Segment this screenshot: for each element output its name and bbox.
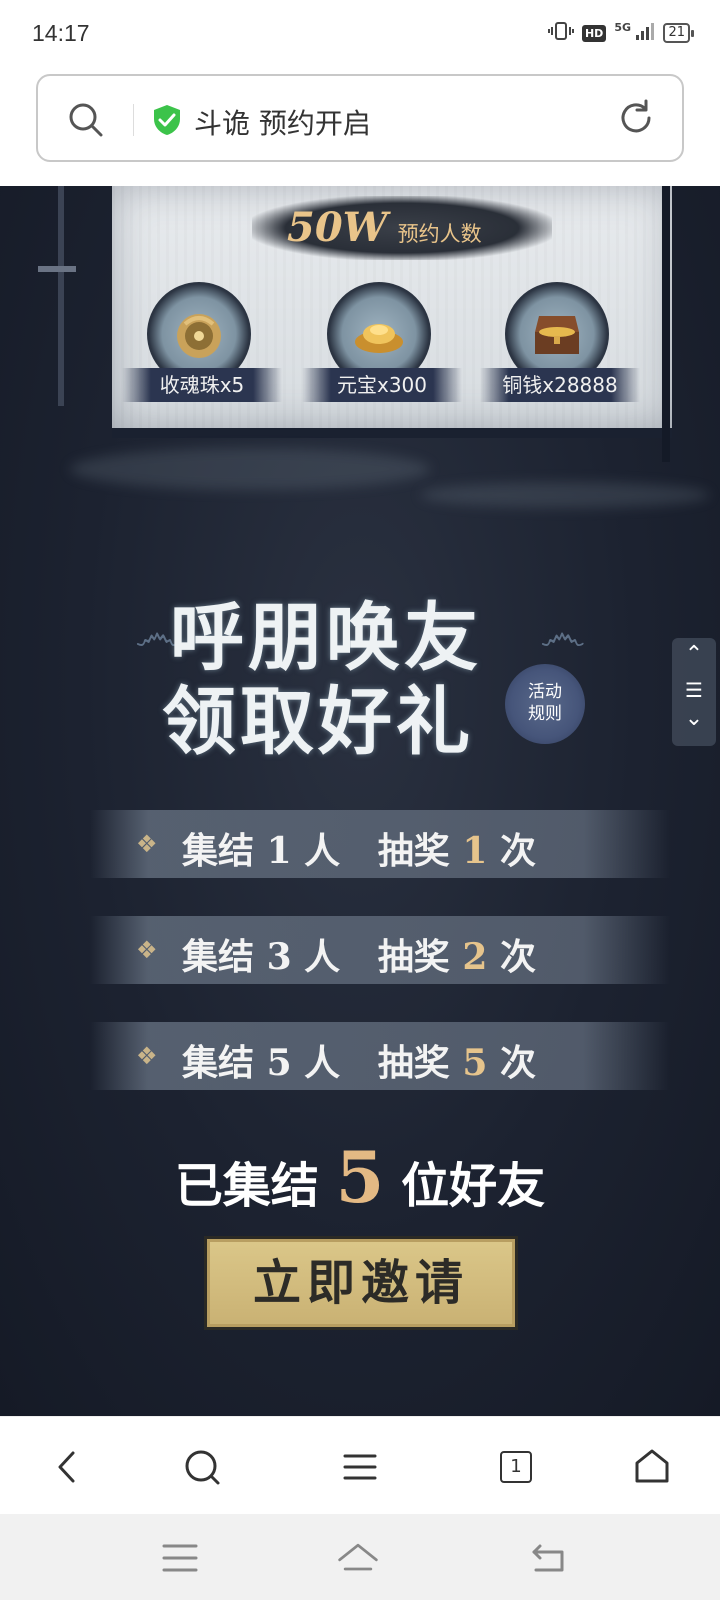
reward-item: 元宝x300 bbox=[302, 282, 462, 412]
menu-icon[interactable] bbox=[338, 1445, 382, 1489]
scroll-menu-icon[interactable]: ☰ bbox=[672, 678, 716, 702]
scroll-rod-right bbox=[662, 186, 670, 462]
invite-button[interactable]: 立即邀请 bbox=[204, 1236, 518, 1330]
reward-tier-row: ❖ 集结 5 人 抽奖 5 次 bbox=[90, 1022, 670, 1090]
people-count: 3 bbox=[266, 936, 292, 978]
network-label: 5G bbox=[614, 21, 631, 34]
treasure-chest-icon bbox=[535, 316, 579, 354]
people-count: 5 bbox=[266, 1042, 292, 1084]
draw-label: 抽奖 bbox=[377, 1042, 450, 1084]
tier-text: 集结 5 人 抽奖 5 次 bbox=[182, 1034, 536, 1086]
scroll-rod bbox=[58, 186, 64, 406]
reservation-count: 50W 预约人数 bbox=[287, 204, 482, 251]
status-icons: HD 5G 21 bbox=[547, 20, 694, 46]
diamond-icon: ❖ bbox=[136, 830, 158, 858]
gather-label: 集结 bbox=[182, 936, 255, 978]
tabs-icon[interactable]: 1 bbox=[494, 1445, 538, 1489]
tab-count: 1 bbox=[500, 1451, 532, 1483]
address-divider bbox=[133, 104, 134, 136]
rules-label-line2: 规则 bbox=[528, 704, 562, 724]
status-time: 14:17 bbox=[32, 20, 90, 46]
event-title-line2: 领取好礼 bbox=[162, 679, 474, 765]
status-bar: 14:17 HD 5G 21 bbox=[0, 0, 720, 64]
reward-label: 铜钱x28888 bbox=[480, 368, 640, 402]
recents-icon[interactable] bbox=[158, 1538, 202, 1578]
reward-tier-row: ❖ 集结 1 人 抽奖 1 次 bbox=[90, 810, 670, 878]
summary-suffix: 位好友 bbox=[401, 1158, 546, 1214]
home-icon[interactable] bbox=[336, 1538, 380, 1578]
draw-unit: 次 bbox=[499, 1042, 536, 1084]
draw-label: 抽奖 bbox=[377, 830, 450, 872]
draw-count: 2 bbox=[462, 936, 488, 978]
people-unit: 人 bbox=[304, 1042, 341, 1084]
page-scroll-widget[interactable]: ⌃ ☰ ⌄ bbox=[672, 638, 716, 746]
shield-check-icon bbox=[154, 105, 180, 135]
soul-orb-icon bbox=[177, 314, 221, 358]
tier-text: 集结 1 人 抽奖 1 次 bbox=[182, 822, 536, 874]
vibrate-icon bbox=[547, 20, 574, 46]
draw-count: 1 bbox=[462, 830, 488, 872]
browser-toolbar: 1 bbox=[0, 1416, 720, 1514]
reservation-banner: 50W 预约人数 收魂珠x5 元宝x300 铜钱x28888 bbox=[112, 186, 672, 438]
hd-badge: HD bbox=[581, 24, 607, 42]
summary-prefix: 已集结 bbox=[174, 1158, 319, 1214]
address-bar[interactable]: 斗诡 预约开启 bbox=[36, 74, 684, 162]
draw-unit: 次 bbox=[499, 830, 536, 872]
people-unit: 人 bbox=[304, 830, 341, 872]
scroll-down-icon[interactable]: ⌄ bbox=[672, 706, 716, 731]
reward-label: 元宝x300 bbox=[302, 368, 462, 402]
webview-content[interactable]: 50W 预约人数 收魂珠x5 元宝x300 铜钱x28888 ෴ ෴ 呼朋唤友 … bbox=[0, 186, 720, 1416]
people-unit: 人 bbox=[304, 936, 341, 978]
page-title[interactable]: 斗诡 预约开启 bbox=[194, 102, 371, 142]
rules-label-line1: 活动 bbox=[528, 682, 562, 702]
gather-label: 集结 bbox=[182, 1042, 255, 1084]
back-icon[interactable] bbox=[46, 1445, 90, 1489]
back-icon[interactable] bbox=[526, 1538, 570, 1578]
gather-label: 集结 bbox=[182, 830, 255, 872]
signal-icon: 5G bbox=[614, 21, 655, 45]
reward-tier-row: ❖ 集结 3 人 抽奖 2 次 bbox=[90, 916, 670, 984]
scroll-rod-cap bbox=[38, 266, 76, 272]
summary-count: 5 bbox=[335, 1136, 385, 1219]
draw-count: 5 bbox=[462, 1042, 488, 1084]
diamond-icon: ❖ bbox=[136, 1042, 158, 1070]
home-icon[interactable] bbox=[630, 1445, 674, 1489]
reload-icon[interactable] bbox=[616, 98, 656, 138]
battery-indicator: 21 bbox=[663, 23, 694, 43]
friends-gathered-summary: 已集结 5 位好友 bbox=[0, 1136, 720, 1219]
reward-item: 收魂珠x5 bbox=[122, 282, 282, 412]
reward-item: 铜钱x28888 bbox=[480, 282, 640, 412]
reservation-count-label: 预约人数 bbox=[397, 222, 482, 246]
tier-text: 集结 3 人 抽奖 2 次 bbox=[182, 928, 536, 980]
reservation-count-value: 50W bbox=[287, 204, 388, 251]
diamond-icon: ❖ bbox=[136, 936, 158, 964]
search-icon[interactable] bbox=[66, 100, 106, 140]
rules-button[interactable]: 活动 规则 bbox=[505, 664, 585, 744]
search-icon[interactable] bbox=[180, 1445, 224, 1489]
reward-label: 收魂珠x5 bbox=[122, 368, 282, 402]
draw-unit: 次 bbox=[499, 936, 536, 978]
mist-cloud bbox=[420, 482, 710, 508]
scroll-up-icon[interactable]: ⌃ bbox=[672, 642, 716, 667]
mist-cloud bbox=[70, 448, 430, 490]
people-count: 1 bbox=[266, 830, 292, 872]
gold-ingot-icon bbox=[355, 324, 403, 353]
system-nav-bar bbox=[0, 1514, 720, 1600]
draw-label: 抽奖 bbox=[377, 936, 450, 978]
